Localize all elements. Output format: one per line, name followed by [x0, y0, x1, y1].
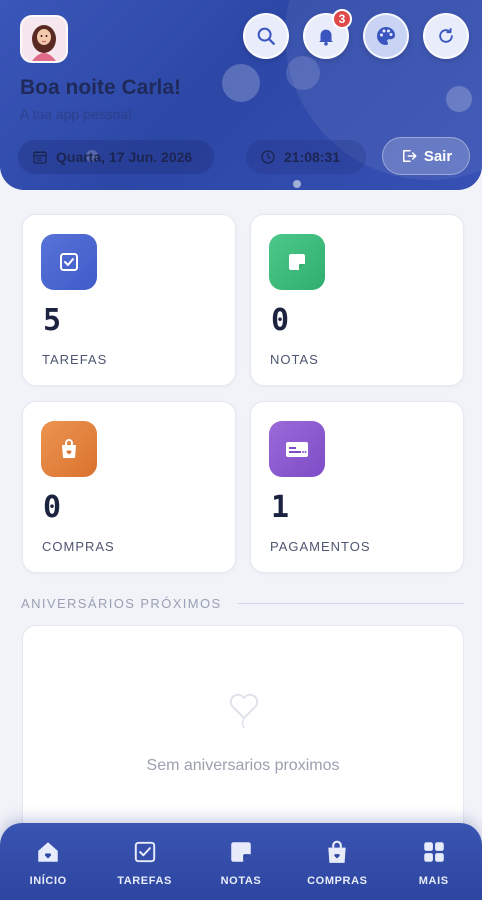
- greeting: Boa noite Carla!: [20, 76, 182, 99]
- nav-label: NOTAS: [220, 875, 262, 887]
- theme-button[interactable]: [363, 13, 409, 59]
- payments-card-icon: [269, 421, 325, 477]
- shopping-label: COMPRAS: [42, 539, 115, 554]
- empty-state-text: Sem aniversarios proximos: [146, 757, 340, 774]
- bottom-nav: INÍCIO TAREFAS NOTAS COMPRAS MAIS: [0, 823, 482, 900]
- shopping-card[interactable]: 0 COMPRAS: [22, 401, 236, 573]
- decor-bubble: [222, 64, 260, 102]
- shopping-bag-icon: [62, 439, 76, 458]
- heart-balloon-icon: [229, 693, 259, 729]
- refresh-button[interactable]: [423, 13, 469, 59]
- notes-card-icon: [269, 234, 325, 290]
- nav-item-notas[interactable]: NOTAS: [196, 839, 286, 887]
- payments-count: 1: [271, 490, 290, 525]
- palette-icon: [377, 27, 395, 45]
- logout-label: Sair: [423, 147, 453, 165]
- nav-item-tarefas[interactable]: TAREFAS: [100, 839, 190, 887]
- decor-bubble: [293, 180, 301, 188]
- search-icon: [257, 27, 275, 45]
- notes-card[interactable]: 0 NOTAS: [250, 214, 464, 386]
- current-date: Quarta, 17 Jun. 2026: [56, 149, 193, 165]
- grid-icon: [424, 842, 444, 862]
- bell-icon: [319, 29, 333, 46]
- note-icon: [231, 842, 251, 862]
- check-square-icon: [134, 841, 155, 863]
- logout-icon: [402, 150, 417, 162]
- notes-label: NOTAS: [270, 352, 319, 367]
- nav-label: MAIS: [418, 875, 449, 887]
- birthdays-card: Sem aniversarios proximos: [22, 625, 464, 855]
- calendar-icon: [33, 151, 47, 164]
- nav-label: COMPRAS: [307, 875, 368, 887]
- shopping-bag-icon: [328, 840, 347, 863]
- current-time: 21:08:31: [284, 149, 341, 165]
- nav-label: TAREFAS: [117, 875, 172, 887]
- tasks-card[interactable]: 5 TAREFAS: [22, 214, 236, 386]
- check-square-icon: [60, 253, 78, 271]
- app-subtitle: A tua app pessoal: [20, 106, 132, 122]
- avatar[interactable]: [20, 15, 68, 63]
- payment-card-icon: [286, 442, 308, 457]
- notifications-button[interactable]: 3: [303, 9, 352, 59]
- header: 3 Boa noite Carla! A tua app pessoal Qua…: [0, 0, 482, 190]
- shopping-card-icon: [41, 421, 97, 477]
- nav-item-inicio[interactable]: INÍCIO: [3, 839, 93, 887]
- nav-item-compras[interactable]: COMPRAS: [292, 839, 382, 887]
- payments-label: PAGAMENTOS: [270, 539, 371, 554]
- decor-bubble: [286, 56, 320, 90]
- notification-badge: 3: [332, 9, 352, 29]
- time-chip: 21:08:31: [246, 140, 366, 174]
- logout-button[interactable]: Sair: [382, 137, 470, 175]
- clock-icon: [261, 150, 275, 164]
- section-divider: [238, 603, 464, 604]
- refresh-icon: [439, 28, 453, 43]
- date-chip: Quarta, 17 Jun. 2026: [18, 140, 214, 174]
- section-title: ANIVERSÁRIOS PRÓXIMOS: [21, 596, 222, 611]
- search-button[interactable]: [243, 13, 289, 59]
- decor-bubble: [446, 86, 472, 112]
- home-icon: [38, 842, 58, 862]
- avatar-image: [22, 17, 66, 61]
- shopping-count: 0: [43, 490, 62, 525]
- tasks-card-icon: [41, 234, 97, 290]
- payments-card[interactable]: 1 PAGAMENTOS: [250, 401, 464, 573]
- tasks-count: 5: [43, 303, 62, 338]
- note-icon: [289, 254, 305, 270]
- notes-count: 0: [271, 303, 290, 338]
- nav-label: INÍCIO: [29, 875, 67, 887]
- nav-item-mais[interactable]: MAIS: [389, 839, 479, 887]
- tasks-label: TAREFAS: [42, 352, 108, 367]
